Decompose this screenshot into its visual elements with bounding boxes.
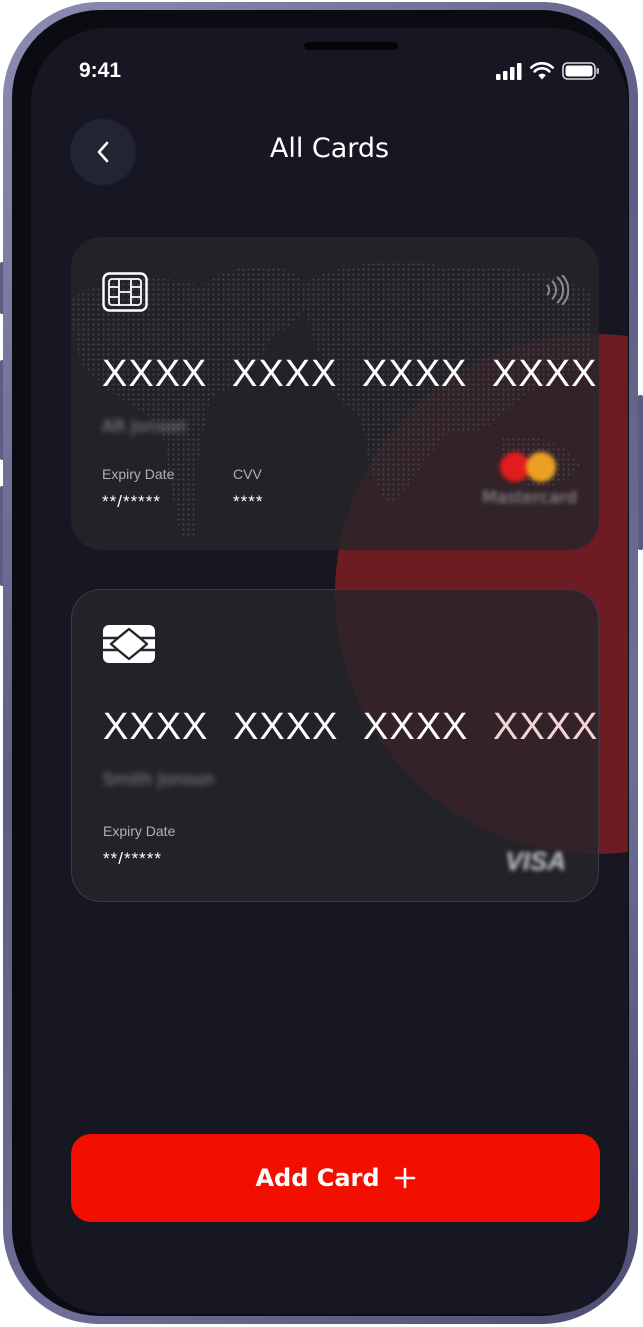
status-icons — [496, 62, 600, 80]
expiry-label: Expiry Date — [103, 823, 176, 839]
mastercard-logo: Mastercard — [482, 452, 577, 508]
add-card-label: Add Card — [255, 1164, 380, 1192]
expiry-label: Expiry Date — [102, 466, 175, 482]
visa-logo: VISA — [505, 846, 566, 876]
cvv-label: CVV — [233, 466, 262, 482]
status-time: 9:41 — [79, 59, 122, 82]
card-number-group: XXXX — [493, 706, 599, 748]
card-holder-name: AR Jonson — [102, 417, 188, 437]
expiry-value: **/***** — [103, 849, 163, 868]
speaker-notch — [304, 42, 398, 50]
mastercard-circles-icon — [499, 452, 560, 484]
expiry-value: **/***** — [102, 492, 162, 511]
wifi-icon — [530, 62, 554, 80]
mastercard-wordmark: Mastercard — [482, 488, 577, 508]
mastercard-card[interactable]: XXXX XXXX XXXX XXXX AR Jonson Expiry Dat… — [71, 237, 599, 550]
phone-frame: 9:41 All Cards XXXX XXXX XXXX XXXX AR Jo… — [3, 2, 638, 1324]
power-button — [638, 395, 643, 550]
card-number-group: XXXX — [102, 353, 208, 395]
phone-bezel: 9:41 All Cards XXXX XXXX XXXX XXXX AR Jo… — [12, 10, 629, 1316]
plus-icon — [394, 1167, 415, 1189]
card-holder-name: Smith Jonson — [103, 770, 215, 790]
cellular-signal-icon — [496, 62, 522, 80]
app-screen: 9:41 All Cards XXXX XXXX XXXX XXXX AR Jo… — [31, 28, 628, 1314]
visa-card[interactable]: XXXX XXXX XXXX XXXX Smith Jonson Expiry … — [71, 589, 599, 902]
card-number-group: XXXX — [232, 353, 338, 395]
card-chip-icon — [103, 625, 155, 663]
card-number-group: XXXX — [103, 706, 209, 748]
contactless-icon — [546, 275, 569, 305]
cvv-value: **** — [233, 492, 264, 511]
card-number-group: XXXX — [363, 706, 469, 748]
page-title: All Cards — [269, 133, 390, 164]
card-chip-icon — [102, 272, 148, 312]
card-number-group: XXXX — [233, 706, 339, 748]
battery-icon — [562, 62, 599, 80]
card-number-group: XXXX — [362, 353, 468, 395]
card-number-group: XXXX — [492, 353, 598, 395]
card-number: XXXX XXXX XXXX XXXX — [102, 353, 599, 396]
card-number: XXXX XXXX XXXX XXXX — [103, 706, 599, 749]
add-card-button[interactable]: Add Card — [71, 1134, 600, 1222]
